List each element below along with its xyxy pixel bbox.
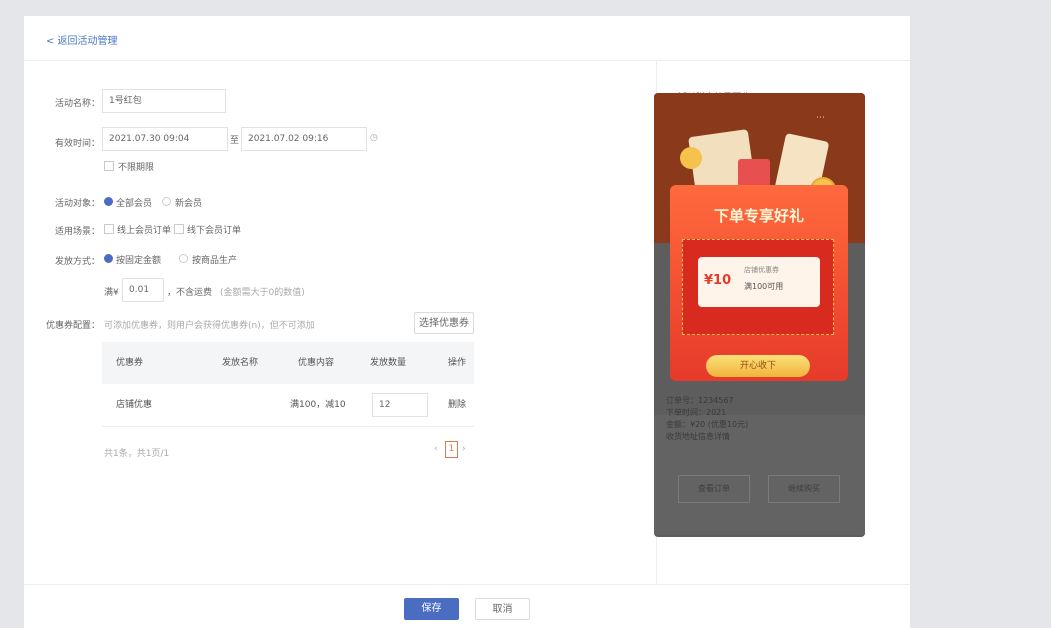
rule-radio-fixed[interactable] <box>104 254 113 263</box>
amount-hint: (金额需大于0的数值) <box>220 288 305 298</box>
scope-option-online: 线上会员订单 <box>117 226 172 236</box>
coupon-amount: ¥10 <box>704 273 732 288</box>
pagination-summary: 共1条，共1页/1 <box>104 449 170 459</box>
coupon-table: 优惠券 发放名称 优惠内容 发放数量 操作 店铺优惠 满100，减10 12 删… <box>102 342 474 427</box>
prev-page-icon[interactable]: ‹ <box>434 444 438 454</box>
bg-line-3: 金额：¥20 (优惠10元) <box>666 420 749 429</box>
long-term-label: 不限期限 <box>118 163 155 173</box>
row-coupon-content: 满100，减10 <box>290 400 346 410</box>
header-content: 优惠内容 <box>298 358 335 368</box>
header-action: 操作 <box>448 358 467 368</box>
page-number[interactable]: 1 <box>445 441 458 458</box>
activity-name-input[interactable]: 1号红包 <box>102 89 226 113</box>
coupon-label: 优惠券配置： <box>46 321 101 331</box>
back-link[interactable]: < 返回活动管理 <box>46 32 118 47</box>
bg-view-order-button: 查看订单 <box>678 475 750 503</box>
scope-checkbox-online[interactable] <box>104 224 114 234</box>
rule-option-product: 按商品生产 <box>192 256 238 266</box>
clock-icon: ◷ <box>370 133 378 143</box>
header-name: 发放名称 <box>222 358 259 368</box>
amount-input[interactable]: 0.01 <box>122 278 164 302</box>
bg-line-4: 收货地址信息详情 <box>666 432 730 441</box>
long-term-checkbox[interactable] <box>104 161 114 171</box>
target-option-new: 新会员 <box>175 199 203 209</box>
popup-title: 下单专享好礼 <box>713 207 804 225</box>
cancel-button[interactable]: 取消 <box>475 598 530 620</box>
coupon-hint: 可添加优惠券，则用户会获得优惠券(n)，但不可添加 <box>104 321 315 331</box>
row-quantity-input[interactable]: 12 <box>372 393 428 417</box>
footer-bar: 保存 取消 <box>24 584 910 628</box>
coin-icon <box>680 147 702 169</box>
phone-preview: ⋯ 订单号：1234567 下单时间：2021 金额：¥20 (优惠10元) 收… <box>654 93 865 537</box>
bg-continue-button: 继续购买 <box>768 475 840 503</box>
header-coupon: 优惠券 <box>116 358 144 368</box>
end-time-input[interactable]: 2021.07.02 09:16 <box>241 127 367 151</box>
rule-radio-product[interactable] <box>179 254 188 263</box>
coupon-text: 满100可用 <box>744 282 784 291</box>
header-quantity: 发放数量 <box>370 358 407 368</box>
coupon-type: 店铺优惠券 <box>744 266 779 274</box>
name-label: 活动名称： <box>54 99 100 109</box>
to-separator: 至 <box>230 136 240 146</box>
add-coupon-button[interactable]: 选择优惠券 <box>414 312 474 334</box>
amount-suffix: ，不含运费 <box>167 288 213 298</box>
scope-checkbox-offline[interactable] <box>174 224 184 234</box>
start-time-input[interactable]: 2021.07.30 09:04 <box>102 127 228 151</box>
amount-prefix: 满¥ <box>104 288 119 298</box>
rule-option-fixed: 按固定金额 <box>116 256 162 266</box>
target-label: 活动对象： <box>54 199 100 209</box>
next-page-icon[interactable]: › <box>462 444 466 454</box>
popup-accept-button: 开心收下 <box>706 355 810 377</box>
target-radio-new[interactable] <box>162 197 171 206</box>
table-row: 店铺优惠 满100，减10 12 删除 <box>102 384 474 427</box>
page-header: < 返回活动管理 <box>24 16 910 61</box>
save-button[interactable]: 保存 <box>404 598 459 620</box>
bg-line-2: 下单时间：2021 <box>666 408 727 417</box>
target-option-all: 全部会员 <box>116 199 153 209</box>
target-radio-all[interactable] <box>104 197 113 206</box>
row-delete-link[interactable]: 删除 <box>448 384 466 426</box>
more-icon: ⋯ <box>816 113 825 123</box>
time-label: 有效时间： <box>54 139 100 149</box>
row-coupon-name: 店铺优惠 <box>116 400 153 410</box>
rule-label: 发放方式： <box>54 257 100 267</box>
scope-label: 适用场景： <box>54 227 100 237</box>
scope-option-offline: 线下会员订单 <box>187 226 242 236</box>
table-header: 优惠券 发放名称 优惠内容 发放数量 操作 <box>102 342 474 384</box>
bg-line-1: 订单号：1234567 <box>666 396 734 405</box>
